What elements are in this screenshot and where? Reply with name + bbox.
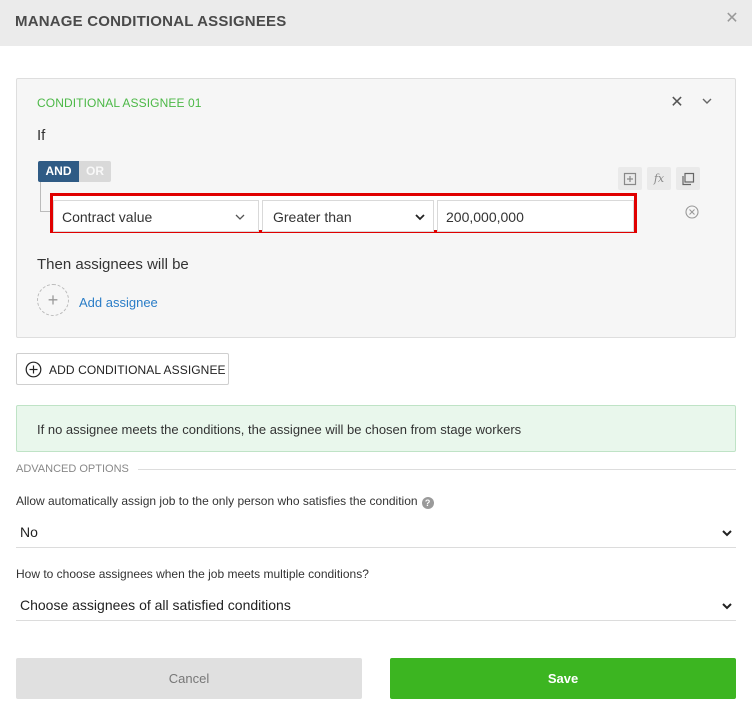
cancel-button[interactable]: Cancel [16,658,362,699]
copy-icon[interactable] [676,167,700,190]
add-assignee-icon[interactable]: + [37,284,69,316]
add-assignee-link[interactable]: Add assignee [79,295,158,310]
plus-circle-icon [25,361,42,378]
conditional-assignee-card: CONDITIONAL ASSIGNEE 01 ✕ If AND OR fx C… [16,78,736,338]
condition-value-input[interactable]: 200,000,000 [437,200,634,232]
condition-row-highlight: Contract value Greater than 200,000,000 [50,193,637,233]
condition-field-select[interactable]: Contract value [53,200,259,232]
close-icon[interactable]: ✕ [723,10,741,28]
multiple-conditions-value: Choose assignees of all satisfied condit… [20,597,291,613]
then-assignees-label: Then assignees will be [37,256,189,273]
logic-toggle: AND OR [38,161,111,182]
collapse-chevron-icon[interactable] [699,93,715,109]
chevron-down-icon [722,530,732,537]
auto-assign-label: Allow automatically assign job to the on… [16,494,434,509]
formula-icon[interactable]: fx [647,167,671,190]
advanced-options-label: ADVANCED OPTIONS [16,463,129,475]
add-condition-icon[interactable] [618,167,642,190]
and-toggle-button[interactable]: AND [38,161,79,182]
remove-condition-icon[interactable] [684,204,700,220]
condition-field-value: Contract value [62,209,153,225]
condition-value-text: 200,000,000 [446,209,524,225]
chevron-down-icon [722,603,732,610]
remove-card-icon[interactable]: ✕ [668,94,686,112]
multiple-conditions-select[interactable]: Choose assignees of all satisfied condit… [16,589,736,621]
auto-assign-select[interactable]: No [16,516,736,548]
multiple-conditions-label: How to choose assignees when the job mee… [16,567,369,581]
or-toggle-button[interactable]: OR [79,161,111,182]
info-text: If no assignee meets the conditions, the… [37,422,522,437]
dialog-header: MANAGE CONDITIONAL ASSIGNEES ✕ [0,0,752,46]
condition-operator-select[interactable]: Greater than [262,200,434,232]
dialog-title: MANAGE CONDITIONAL ASSIGNEES [15,13,287,30]
add-conditional-assignee-button[interactable]: ADD CONDITIONAL ASSIGNEE [16,353,229,385]
chevron-down-icon [235,214,245,220]
condition-operator-value: Greater than [273,209,352,225]
info-banner: If no assignee meets the conditions, the… [16,405,736,452]
help-icon[interactable]: ? [421,497,434,509]
chevron-down-icon [415,214,425,221]
advanced-options-divider [138,469,736,470]
if-label: If [37,127,46,144]
auto-assign-label-text: Allow automatically assign job to the on… [16,494,418,508]
add-conditional-assignee-label: ADD CONDITIONAL ASSIGNEE [49,363,226,377]
save-button[interactable]: Save [390,658,736,699]
conditional-assignee-title: CONDITIONAL ASSIGNEE 01 [37,96,202,110]
auto-assign-value: No [20,524,38,540]
